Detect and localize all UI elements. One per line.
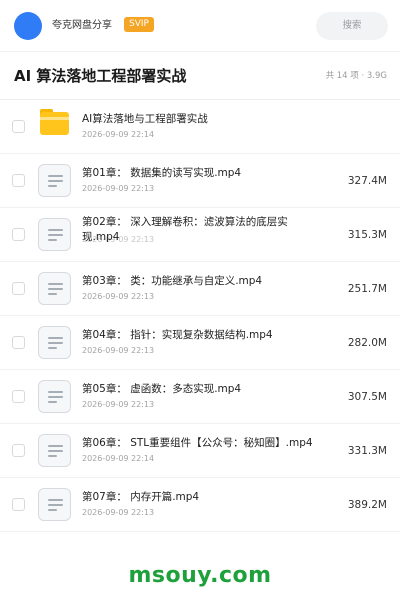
file-date: 2026-09-09 22:13 (82, 400, 155, 409)
file-date: 2026-09-09 22:13 (82, 346, 155, 355)
list-item[interactable]: 第05章： 虚函数：多态实现.mp4 2026-09-09 22:13 307.… (0, 370, 400, 424)
folder-icon (40, 109, 69, 135)
video-file-icon (38, 488, 71, 521)
search-input[interactable]: 搜索 (316, 12, 388, 40)
row-checkbox[interactable] (12, 120, 25, 133)
file-name: 第05章： 虚函数：多态实现.mp4 (82, 383, 242, 395)
row-checkbox[interactable] (12, 174, 25, 187)
row-checkbox[interactable] (12, 228, 25, 241)
svip-badge: SVIP (124, 17, 154, 32)
file-date: 2026-09-09 22:14 (82, 130, 155, 139)
list-item[interactable]: 第06章： STL重要组件【公众号：秘知圈】.mp4 2026-09-09 22… (0, 424, 400, 478)
list-item[interactable]: 第07章： 内存开篇.mp4 2026-09-09 22:13 389.2M (0, 478, 400, 532)
video-file-icon (38, 218, 71, 251)
list-item[interactable]: 2026-09-09 22:13 第02章： 深入理解卷积：滤波算法的底层实现.… (0, 208, 400, 262)
file-name: 第01章： 数据集的读写实现.mp4 (82, 167, 242, 179)
file-size: 307.5M (347, 391, 387, 403)
list-item[interactable]: 第03章： 类：功能继承与自定义.mp4 2026-09-09 22:13 25… (0, 262, 400, 316)
file-name: 第07章： 内存开篇.mp4 (82, 491, 200, 503)
footer: msouy.com (0, 550, 400, 600)
row-checkbox[interactable] (12, 444, 25, 457)
file-size: 251.7M (347, 283, 387, 295)
item-count: 共 14 项 · 3.9G (325, 71, 387, 81)
file-size: 282.0M (347, 337, 387, 349)
avatar[interactable] (14, 12, 42, 40)
file-date: 2026-09-09 22:13 (82, 508, 155, 517)
file-size: 327.4M (347, 175, 387, 187)
list-item[interactable]: 第01章： 数据集的读写实现.mp4 2026-09-09 22:13 327.… (0, 154, 400, 208)
row-checkbox[interactable] (12, 498, 25, 511)
row-checkbox[interactable] (12, 282, 25, 295)
file-name: AI算法落地与工程部署实战 (82, 113, 208, 125)
file-size: 331.3M (347, 445, 387, 457)
file-date: 2026-09-09 22:13 (82, 184, 155, 193)
file-name: 第03章： 类：功能继承与自定义.mp4 (82, 275, 263, 287)
file-date: 2026-09-09 22:14 (82, 454, 155, 463)
top-bar: 夸克网盘分享 SVIP 搜索 (0, 0, 400, 52)
row-checkbox[interactable] (12, 336, 25, 349)
video-file-icon (38, 326, 71, 359)
video-file-icon (38, 272, 71, 305)
video-file-icon (38, 164, 71, 197)
row-checkbox[interactable] (12, 390, 25, 403)
video-file-icon (38, 380, 71, 413)
file-name: 第04章： 指针：实现复杂数据结构.mp4 (82, 329, 273, 341)
video-file-icon (38, 434, 71, 467)
file-name: 第02章： 深入理解卷积：滤波算法的底层实现.mp4 (82, 216, 288, 243)
file-date: 2026-09-09 22:13 (82, 292, 155, 301)
list-item[interactable]: 第04章： 指针：实现复杂数据结构.mp4 2026-09-09 22:13 2… (0, 316, 400, 370)
file-size: 315.3M (347, 229, 387, 241)
user-name: 夸克网盘分享 (52, 20, 112, 31)
file-name: 第06章： STL重要组件【公众号：秘知圈】.mp4 (82, 437, 313, 449)
site-watermark: msouy.com (128, 563, 272, 588)
file-size: 389.2M (347, 499, 387, 511)
page-title: AI 算法落地工程部署实战 (14, 67, 187, 85)
list-item[interactable]: AI算法落地与工程部署实战 2026-09-09 22:14 (0, 100, 400, 154)
file-list: AI算法落地与工程部署实战 2026-09-09 22:14 第01章： 数据集… (0, 100, 400, 532)
folder-header: AI 算法落地工程部署实战 共 14 项 · 3.9G (0, 52, 400, 100)
